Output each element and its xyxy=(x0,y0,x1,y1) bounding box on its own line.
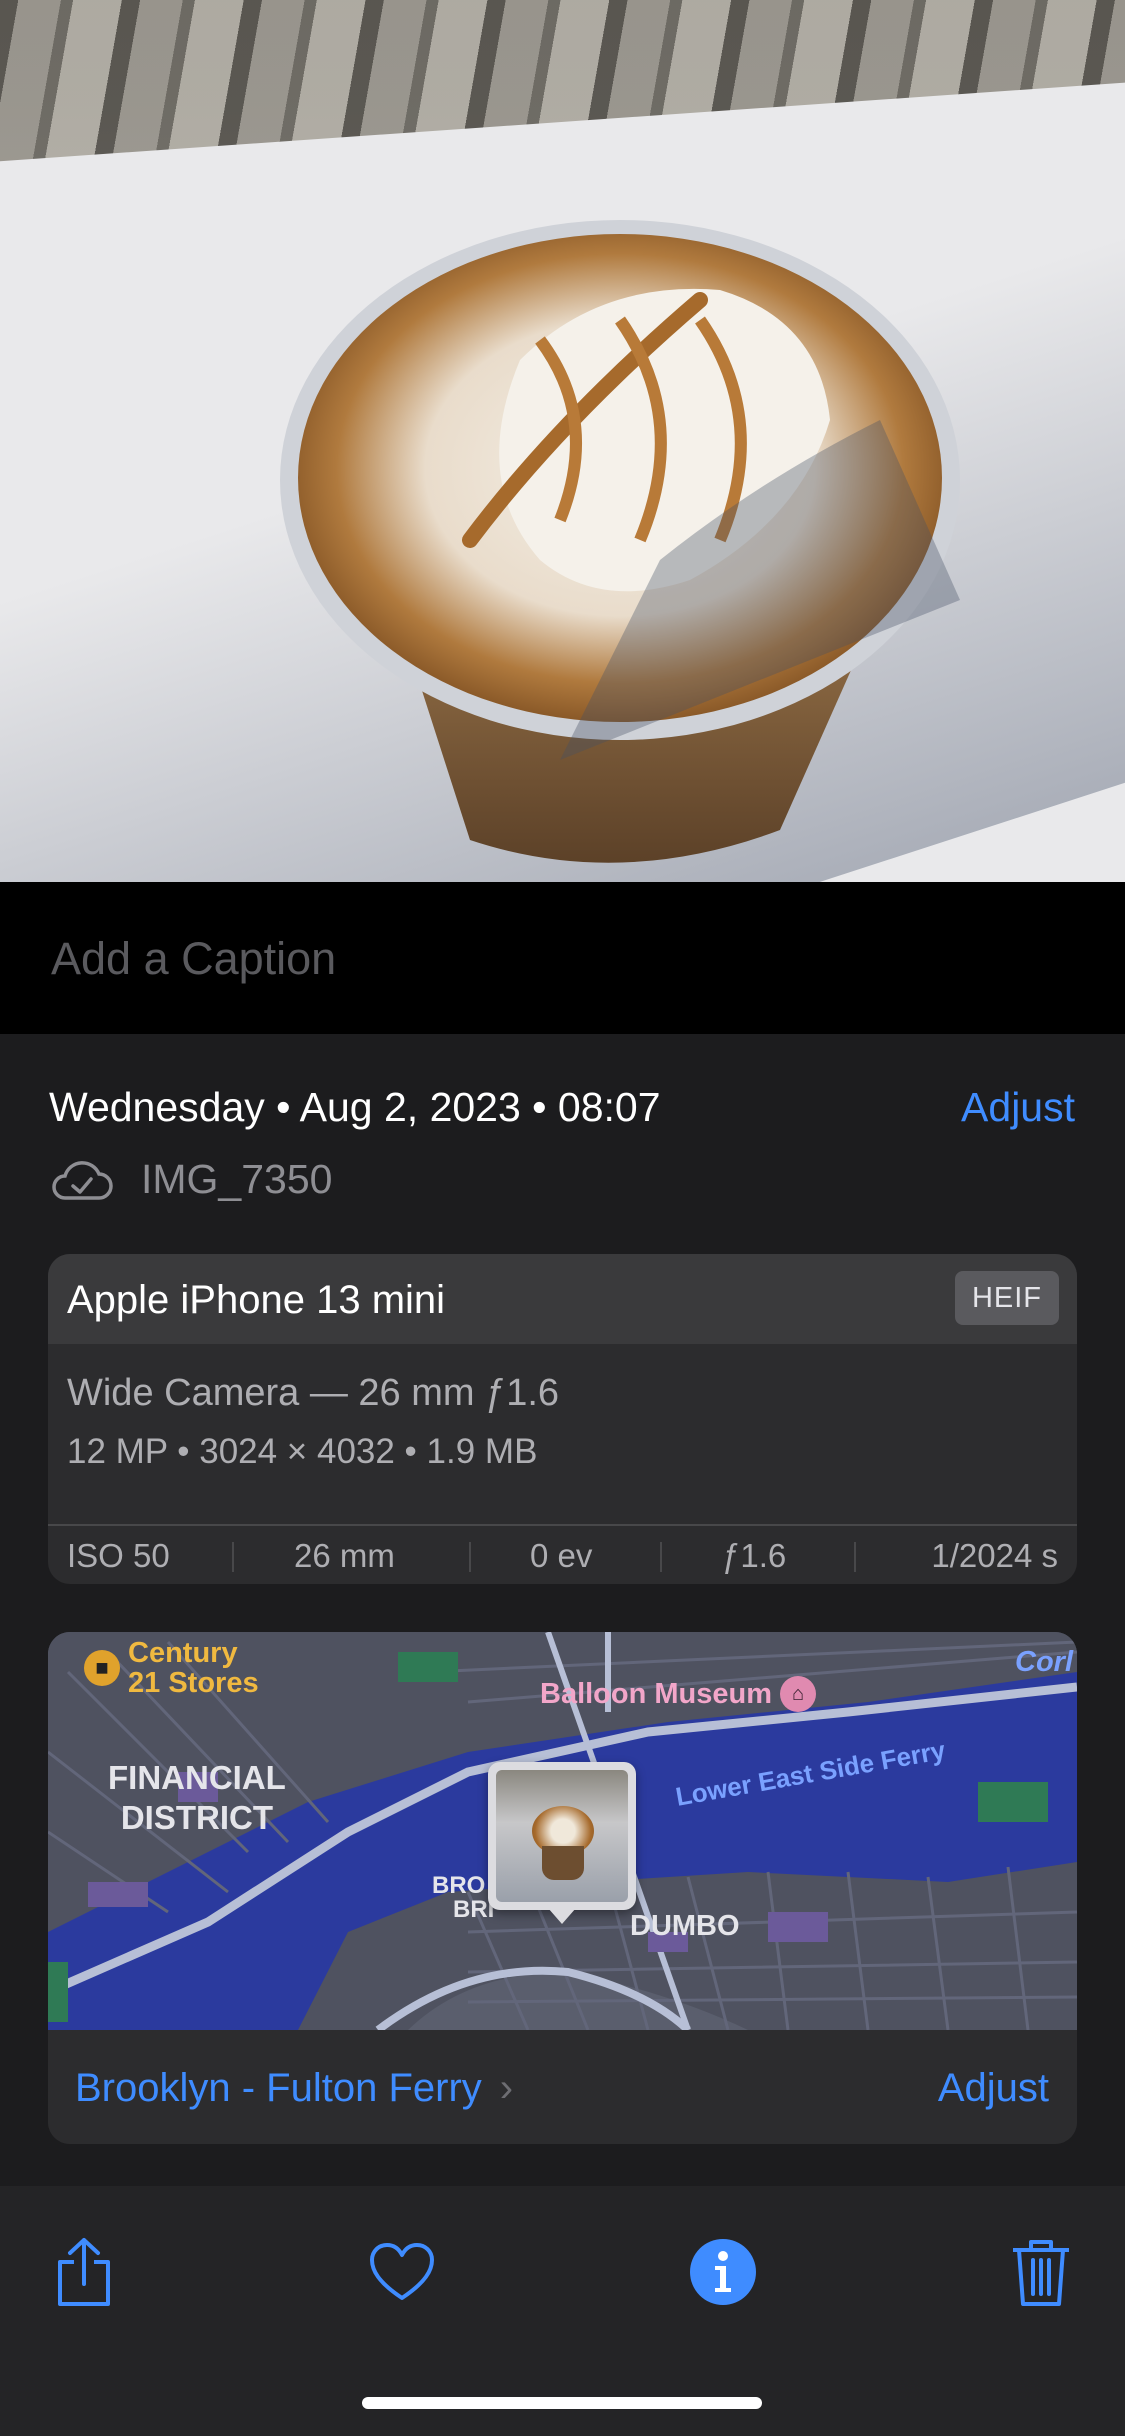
exif-aperture: ƒ1.6 xyxy=(722,1537,787,1574)
location-name: Brooklyn - Fulton Ferry xyxy=(75,2066,482,2110)
image-specs: 12 MP • 3024 × 4032 • 1.9 MB xyxy=(67,1432,538,1471)
museum-icon: ⌂ xyxy=(780,1676,817,1712)
exif-focal-length: 26 mm xyxy=(294,1537,395,1574)
exif-divider xyxy=(854,1542,856,1572)
file-name: IMG_7350 xyxy=(141,1156,333,1202)
file-name-row: IMG_7350 xyxy=(49,1156,332,1203)
info-icon xyxy=(690,2239,756,2305)
share-icon xyxy=(58,2238,110,2306)
trash-icon xyxy=(1013,2240,1069,2306)
share-button[interactable] xyxy=(44,2232,124,2312)
heart-icon xyxy=(370,2243,434,2300)
shopping-bag-icon: ■ xyxy=(84,1650,120,1686)
coffee-cup-image xyxy=(280,220,960,863)
location-card: ■ Century 21 Stores Balloon Museum ⌂ FIN… xyxy=(48,1632,1077,2144)
photo-info-panel: Wednesday • Aug 2, 2023 • 08:07 Adjust I… xyxy=(0,1034,1125,2184)
map-label-balloon-text: Balloon Museum xyxy=(540,1677,773,1710)
camera-details-card: Apple iPhone 13 mini HEIF Wide Camera — … xyxy=(48,1254,1077,1584)
exif-divider xyxy=(660,1542,662,1572)
delete-button[interactable] xyxy=(1001,2232,1081,2312)
map-label-financial-district: FINANCIAL DISTRICT xyxy=(108,1758,286,1838)
map-label-century: Century xyxy=(128,1637,238,1669)
exif-row: ISO 50 26 mm 0 ev ƒ1.6 1/2024 s xyxy=(48,1524,1077,1584)
map-label-dumbo: DUMBO xyxy=(630,1910,740,1942)
favorite-button[interactable] xyxy=(362,2232,442,2312)
format-badge: HEIF xyxy=(954,1271,1059,1325)
device-name: Apple iPhone 13 mini xyxy=(67,1278,446,1322)
photo-view[interactable] xyxy=(0,0,1125,882)
home-indicator[interactable] xyxy=(362,2397,762,2409)
map-photo-pin[interactable] xyxy=(488,1762,636,1924)
exif-divider xyxy=(232,1542,234,1572)
map-label-financial: FINANCIAL xyxy=(108,1759,286,1796)
info-button[interactable] xyxy=(683,2232,763,2312)
chevron-right-icon: › xyxy=(499,2066,514,2110)
capture-date: Wednesday • Aug 2, 2023 • 08:07 xyxy=(49,1084,661,1130)
exif-iso: ISO 50 xyxy=(67,1537,170,1574)
map-label-21-stores: 21 Stores xyxy=(128,1667,259,1699)
exif-divider xyxy=(469,1542,471,1572)
location-link[interactable]: Brooklyn - Fulton Ferry › xyxy=(75,2066,513,2111)
lens-info: Wide Camera — 26 mm ƒ1.6 xyxy=(67,1372,560,1414)
exif-exposure-value: 0 ev xyxy=(530,1537,593,1574)
adjust-location-button[interactable]: Adjust xyxy=(938,2066,1049,2111)
pin-thumbnail xyxy=(496,1770,628,1902)
camera-card-header: Apple iPhone 13 mini HEIF xyxy=(48,1254,1077,1344)
map-label-balloon-museum: Balloon Museum ⌂ xyxy=(540,1676,817,1712)
icloud-synced-icon xyxy=(52,1160,113,1200)
caption-bar xyxy=(0,882,1125,1034)
map-label-corl: Corl xyxy=(1015,1646,1073,1678)
map-label-district: DISTRICT xyxy=(120,1799,273,1836)
exif-shutter-speed: 1/2024 s xyxy=(931,1537,1058,1574)
location-map[interactable]: ■ Century 21 Stores Balloon Museum ⌂ FIN… xyxy=(48,1632,1077,2030)
caption-input[interactable] xyxy=(49,920,1073,998)
adjust-date-button[interactable]: Adjust xyxy=(961,1084,1075,1131)
location-footer: Brooklyn - Fulton Ferry › Adjust xyxy=(48,2030,1077,2144)
map-label-poi-century21: ■ Century 21 Stores xyxy=(84,1638,259,1698)
